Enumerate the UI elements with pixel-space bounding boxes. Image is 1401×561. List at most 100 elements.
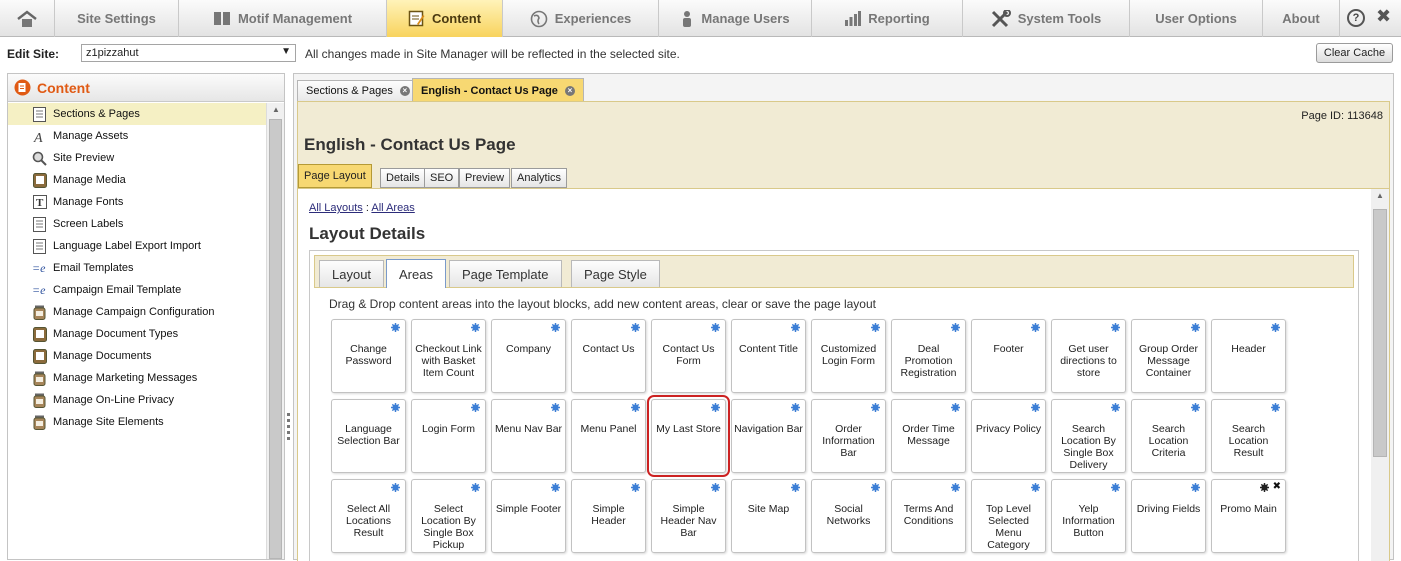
sidebar-item-manage-campaign-configuration[interactable]: Manage Campaign Configuration	[8, 301, 266, 323]
content-area-block[interactable]: Privacy Policy	[971, 399, 1046, 473]
gear-icon[interactable]	[1111, 323, 1120, 332]
nav-site-settings[interactable]: Site Settings	[55, 0, 179, 37]
content-area-block[interactable]: Select All Locations Result	[331, 479, 406, 553]
nav-manage-users[interactable]: Manage Users	[659, 0, 812, 37]
gear-icon[interactable]	[871, 323, 880, 332]
sidebar-item-campaign-email-template[interactable]: =e Campaign Email Template	[8, 279, 266, 301]
content-area-block[interactable]: Company	[491, 319, 566, 393]
nav-motif-management[interactable]: Motif Management	[179, 0, 387, 37]
content-area-block[interactable]: Footer	[971, 319, 1046, 393]
gear-icon[interactable]	[951, 403, 960, 412]
content-area-block[interactable]: Terms And Conditions	[891, 479, 966, 553]
gear-icon[interactable]	[1031, 403, 1040, 412]
breadcrumb-all-areas[interactable]: All Areas	[371, 202, 414, 214]
content-area-block[interactable]: Group Order Message Container	[1131, 319, 1206, 393]
tab-areas[interactable]: Areas	[386, 259, 446, 288]
clear-cache-button[interactable]: Clear Cache	[1316, 43, 1393, 63]
tab-layout[interactable]: Layout	[319, 260, 385, 287]
tab-page-layout[interactable]: Page Layout	[298, 164, 372, 188]
content-area-block[interactable]: Header	[1211, 319, 1286, 393]
content-area-block[interactable]: Social Networks	[811, 479, 886, 553]
tab-page-template[interactable]: Page Template	[449, 260, 562, 287]
gear-icon[interactable]	[951, 323, 960, 332]
gear-icon[interactable]	[951, 483, 960, 492]
scrollbar-thumb[interactable]	[269, 119, 282, 559]
content-area-block[interactable]: Site Map	[731, 479, 806, 553]
tab-analytics[interactable]: Analytics	[511, 168, 568, 188]
content-area-block[interactable]: Contact Us Form	[651, 319, 726, 393]
nav-system-tools[interactable]: System Tools	[963, 0, 1130, 37]
sidebar-item-manage-media[interactable]: Manage Media	[8, 169, 266, 191]
site-select[interactable]: z1pizzahut ▼	[81, 44, 296, 62]
gear-icon[interactable]	[551, 323, 560, 332]
sidebar-item-manage-documents[interactable]: Manage Documents	[8, 345, 266, 367]
content-area-block[interactable]: Order Time Message	[891, 399, 966, 473]
content-area-block[interactable]: Contact Us	[571, 319, 646, 393]
sidebar-item-manage-document-types[interactable]: Manage Document Types	[8, 323, 266, 345]
content-area-block[interactable]: Search Location Result	[1211, 399, 1286, 473]
sidebar-item-manage-on-line-privacy[interactable]: Manage On-Line Privacy	[8, 389, 266, 411]
panel-splitter[interactable]	[286, 410, 291, 470]
gear-icon[interactable]	[1031, 323, 1040, 332]
nav-home[interactable]	[0, 0, 55, 37]
help-icon[interactable]: ?	[1347, 9, 1365, 27]
gear-icon[interactable]	[1191, 403, 1200, 412]
gear-icon[interactable]	[551, 403, 560, 412]
gear-icon[interactable]	[791, 403, 800, 412]
content-area-block[interactable]: Search Location Criteria	[1131, 399, 1206, 473]
content-area-block[interactable]: Simple Header	[571, 479, 646, 553]
gear-icon[interactable]	[711, 323, 720, 332]
sidebar-item-manage-assets[interactable]: A Manage Assets	[8, 125, 266, 147]
gear-icon[interactable]	[631, 483, 640, 492]
gear-icon[interactable]	[631, 323, 640, 332]
content-area-block[interactable]: Select Location By Single Box Pickup Add…	[411, 479, 486, 553]
content-area-block[interactable]: Customized Login Form	[811, 319, 886, 393]
gear-icon[interactable]	[1111, 483, 1120, 492]
close-icon[interactable]: ✖	[1376, 6, 1391, 27]
sidebar-item-site-preview[interactable]: Site Preview	[8, 147, 266, 169]
content-area-block[interactable]: Deal Promotion Registration	[891, 319, 966, 393]
gear-icon[interactable]	[711, 403, 720, 412]
content-area-block[interactable]: Yelp Information Button	[1051, 479, 1126, 553]
gear-icon[interactable]	[391, 403, 400, 412]
gear-icon[interactable]	[1191, 483, 1200, 492]
content-area-block[interactable]: Language Selection Bar	[331, 399, 406, 473]
sidebar-item-language-label-export-import[interactable]: Language Label Export Import	[8, 235, 266, 257]
content-area-block[interactable]: Checkout Link with Basket Item Count	[411, 319, 486, 393]
tab-details[interactable]: Details	[380, 168, 426, 188]
sidebar-item-manage-fonts[interactable]: T Manage Fonts	[8, 191, 266, 213]
content-area-block[interactable]: My Last Store	[647, 395, 730, 477]
gear-icon[interactable]	[631, 403, 640, 412]
content-area-block[interactable]: Menu Nav Bar	[491, 399, 566, 473]
content-area-block[interactable]: Navigation Bar	[731, 399, 806, 473]
sidebar-item-manage-marketing-messages[interactable]: Manage Marketing Messages	[8, 367, 266, 389]
gear-icon[interactable]	[1111, 403, 1120, 412]
tab-page-style[interactable]: Page Style	[571, 260, 660, 287]
breadcrumb-all-layouts[interactable]: All Layouts	[309, 202, 363, 214]
gear-icon[interactable]	[791, 483, 800, 492]
scrollbar-thumb[interactable]	[1373, 209, 1387, 457]
gear-icon[interactable]	[1271, 403, 1280, 412]
close-tab-icon[interactable]: ×	[399, 86, 410, 96]
content-area-block[interactable]: Login Form	[411, 399, 486, 473]
gear-icon[interactable]	[1271, 323, 1280, 332]
tab-preview[interactable]: Preview	[459, 168, 511, 188]
scroll-up-icon[interactable]: ▲	[1371, 191, 1389, 200]
gear-icon[interactable]	[871, 403, 880, 412]
gear-icon[interactable]	[1031, 483, 1040, 492]
content-area-block[interactable]: Change Password	[331, 319, 406, 393]
tab-sections-pages[interactable]: Sections & Pages ×	[297, 80, 419, 101]
content-area-block[interactable]: ✖ Promo Main	[1211, 479, 1286, 553]
tab-seo[interactable]: SEO	[424, 168, 460, 188]
gear-icon[interactable]	[1191, 323, 1200, 332]
nav-experiences[interactable]: Experiences	[503, 0, 659, 37]
sidebar-item-sections-pages[interactable]: Sections & Pages	[8, 103, 266, 125]
gear-icon[interactable]	[471, 483, 480, 492]
gear-icon[interactable]	[551, 483, 560, 492]
content-area-block[interactable]: Search Location By Single Box Delivery A…	[1051, 399, 1126, 473]
content-area-block[interactable]: Get user directions to store	[1051, 319, 1126, 393]
sidebar-item-screen-labels[interactable]: Screen Labels	[8, 213, 266, 235]
content-area-block[interactable]: Order Information Bar	[811, 399, 886, 473]
gear-icon[interactable]	[711, 483, 720, 492]
content-area-block[interactable]: Simple Header Nav Bar	[651, 479, 726, 553]
